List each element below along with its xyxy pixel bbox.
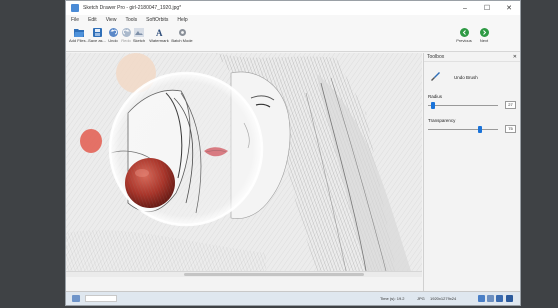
toolbox-title: Toolbox (427, 54, 445, 60)
processing-time: Time (s): 19.2 (380, 296, 405, 301)
scrollbar-thumb[interactable] (184, 273, 364, 276)
next-label: Next (479, 38, 489, 43)
image-format: JPG (417, 296, 425, 301)
watermark-button[interactable]: A Watermark (148, 27, 170, 44)
toolbox-close-button[interactable]: ✕ (513, 54, 517, 60)
menu-edit[interactable]: Edit (88, 17, 97, 23)
save-icon (92, 27, 102, 37)
undo-brush-tool[interactable]: Undo Brush (424, 68, 520, 86)
batch-mode-label: Batch Mode (171, 38, 193, 43)
zoom-icon[interactable] (72, 295, 80, 302)
settings-icon[interactable] (496, 295, 503, 302)
watermark-icon: A (154, 27, 164, 37)
toolbar: Add Files... Save as... Undo Redo Sketch… (66, 25, 520, 52)
menu-bar: File Edit View Tools SoftOrbits Help (66, 15, 520, 25)
info-icon[interactable] (506, 295, 513, 302)
next-button[interactable]: Next (473, 27, 495, 43)
transparency-slider-thumb[interactable] (477, 126, 482, 133)
svg-text:A: A (156, 28, 163, 37)
transparency-slider-track[interactable] (428, 129, 498, 130)
app-window: Sketch Drawer Pro - girl-2180047_1920.jp… (65, 0, 521, 306)
close-button[interactable]: ✕ (498, 1, 520, 15)
radius-slider-row: 27 (424, 101, 520, 110)
horizontal-scrollbar[interactable] (66, 271, 422, 277)
menu-tools[interactable]: Tools (125, 17, 137, 23)
toolbox-footer (423, 271, 520, 291)
arrow-left-circle-icon (459, 27, 469, 37)
zoom-field[interactable] (85, 295, 117, 302)
fit-view-icon[interactable] (478, 295, 485, 302)
title-bar: Sketch Drawer Pro - girl-2180047_1920.jp… (66, 1, 520, 15)
menu-softorbits[interactable]: SoftOrbits (146, 17, 168, 23)
image-dimensions: 1920x1279x24 (430, 296, 457, 301)
menu-view[interactable]: View (106, 17, 117, 23)
minimize-button[interactable]: – (454, 1, 476, 15)
brush-name: Undo Brush (454, 74, 478, 80)
actual-size-icon[interactable] (487, 295, 494, 302)
sketch-label: Sketch (132, 38, 146, 43)
previous-button[interactable]: Previous (453, 27, 475, 43)
transparency-label: Transparency (428, 118, 456, 123)
gear-icon (177, 27, 187, 37)
window-title: Sketch Drawer Pro - girl-2180047_1920.jp… (83, 5, 182, 11)
transparency-value-field[interactable]: 75 (505, 125, 516, 133)
watermark-label: Watermark (149, 38, 169, 43)
arrow-right-circle-icon (479, 27, 489, 37)
menu-file[interactable]: File (71, 17, 79, 23)
sketch-icon (134, 27, 144, 37)
toolbox-panel: Toolbox ✕ Undo Brush Radius 27 Transpare… (423, 53, 520, 271)
image-canvas[interactable] (66, 53, 422, 271)
sketch-button[interactable]: Sketch (128, 27, 150, 43)
radius-slider-track[interactable] (428, 105, 498, 106)
radius-slider-thumb[interactable] (431, 102, 436, 109)
batch-mode-button[interactable]: Batch Mode (171, 27, 193, 43)
menu-help[interactable]: Help (177, 17, 187, 23)
folder-open-icon (74, 27, 84, 37)
status-bar: Time (s): 19.2 JPG 1920x1279x24 (66, 291, 520, 305)
desktop-background: Sketch Drawer Pro - girl-2180047_1920.jp… (0, 0, 558, 308)
toolbox-header: Toolbox ✕ (424, 53, 520, 62)
app-icon (71, 4, 79, 12)
previous-label: Previous (456, 38, 472, 43)
transparency-slider-row: 75 (424, 125, 520, 134)
radius-value-field[interactable]: 27 (505, 101, 516, 109)
window-controls: – ☐ ✕ (454, 1, 520, 15)
sketch-image (66, 53, 422, 271)
radius-label: Radius (428, 94, 443, 99)
brush-icon (430, 68, 440, 86)
maximize-button[interactable]: ☐ (476, 1, 498, 15)
